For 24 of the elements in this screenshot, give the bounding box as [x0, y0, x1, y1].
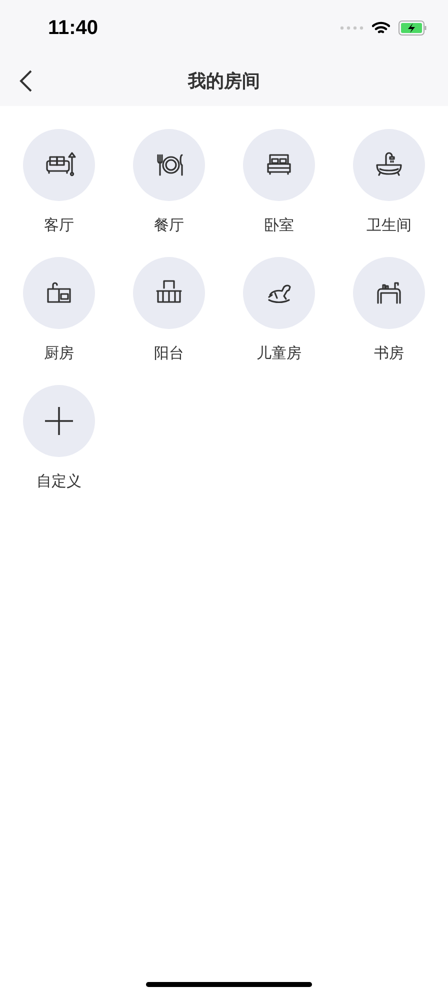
room-tile[interactable]: 卧室 [224, 129, 334, 235]
chevron-left-icon [19, 69, 33, 93]
room-label: 客厅 [44, 217, 74, 235]
room-label: 卫生间 [366, 217, 412, 235]
room-label: 厨房 [44, 345, 74, 363]
room-tile[interactable]: 书房 [334, 257, 444, 363]
signal-dots-icon [340, 26, 364, 30]
room-tile[interactable]: 儿童房 [224, 257, 334, 363]
room-tile[interactable]: 客厅 [4, 129, 114, 235]
wifi-icon [372, 21, 390, 35]
room-label: 卧室 [264, 217, 294, 235]
room-label: 餐厅 [154, 217, 184, 235]
page-title: 我的房间 [188, 70, 260, 92]
room-tile[interactable]: 阳台 [114, 257, 224, 363]
room-tile[interactable]: 餐厅 [114, 129, 224, 235]
room-label: 自定义 [36, 473, 82, 491]
battery-charging-icon [398, 20, 428, 36]
status-time: 11:40 [48, 16, 98, 41]
room-label: 阳台 [154, 345, 184, 363]
room-label: 儿童房 [256, 345, 302, 363]
room-label: 书房 [374, 345, 404, 363]
room-tile[interactable]: 卫生间 [334, 129, 444, 235]
room-tile[interactable]: 厨房 [4, 257, 114, 363]
room-tile[interactable]: 自定义 [4, 385, 114, 491]
